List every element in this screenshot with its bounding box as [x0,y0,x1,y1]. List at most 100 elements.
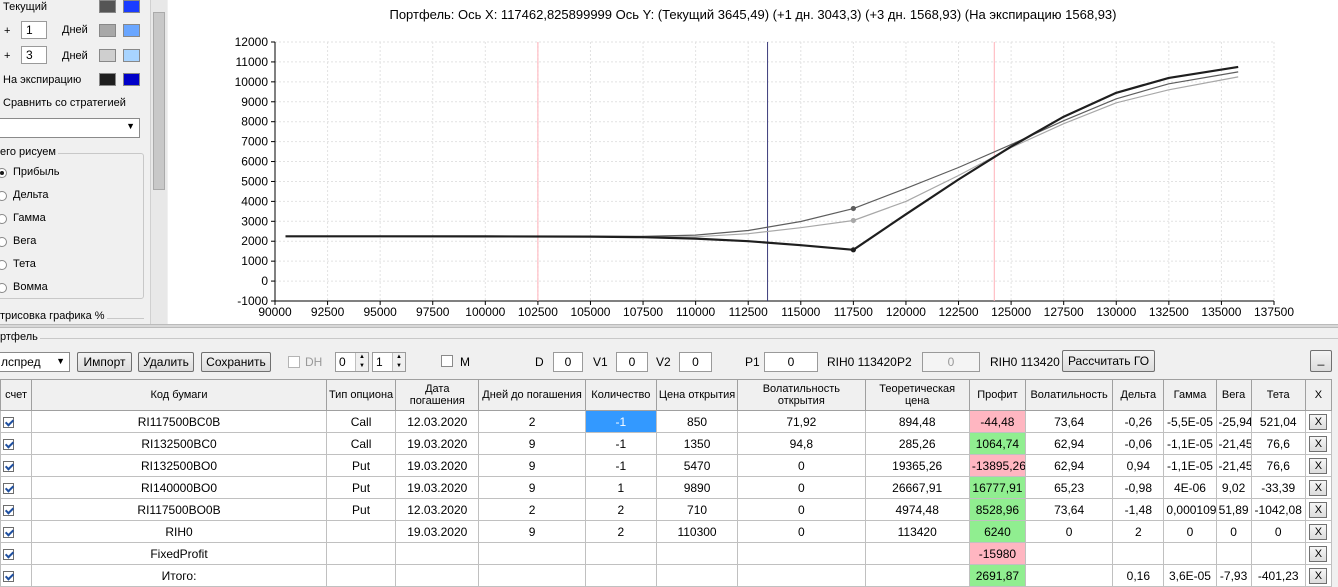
days3-color-swatch[interactable] [99,49,116,62]
theta-cell[interactable]: -1042,08 [1250,498,1306,521]
dh-checkbox[interactable] [288,356,300,368]
row-checkbox-cell[interactable] [0,542,33,565]
theo-price-cell[interactable]: 4974,48 [864,498,970,521]
col-theta-header[interactable]: Тета [1250,379,1306,411]
delta-cell[interactable] [1112,542,1165,565]
profit-cell[interactable]: 1064,74 [968,432,1027,455]
theo-price-cell[interactable]: 26667,91 [864,476,970,499]
col-expiry-date-header[interactable]: Дата погашения [395,379,480,411]
type-cell[interactable] [325,542,397,565]
radio-theta-label[interactable]: Тета [13,258,36,270]
radio-gamma-label[interactable]: Гамма [13,212,46,224]
quantity-cell[interactable]: -1 [584,432,657,455]
panel-splitter[interactable] [0,324,1338,328]
theta-cell[interactable] [1250,542,1306,565]
quantity-cell[interactable]: 2 [584,520,657,543]
row-checkbox[interactable] [3,570,14,582]
vega-cell[interactable]: 0 [1215,520,1252,543]
type-cell[interactable]: Put [325,498,397,521]
row-checkbox[interactable] [3,504,14,516]
delete-button[interactable]: Удалить [138,352,194,372]
date-cell[interactable]: 19.03.2020 [395,432,480,455]
settings-scrollbar[interactable] [150,0,167,324]
gamma-cell[interactable]: -1,1E-05 [1163,432,1217,455]
row-checkbox-cell[interactable] [0,432,33,455]
vol-cell[interactable] [1024,564,1114,587]
profit-cell[interactable]: -44,48 [968,410,1027,433]
theo-price-cell[interactable]: 285,26 [864,432,970,455]
remove-row-button[interactable]: X [1309,413,1328,430]
row-checkbox-cell[interactable] [0,520,33,543]
theo-price-cell[interactable]: 894,48 [864,410,970,433]
open-vol-cell[interactable]: 94,8 [737,432,866,455]
col-theoretical-price-header[interactable]: Теоретическая цена [864,379,970,411]
row-checkbox[interactable] [3,548,14,560]
vol-cell[interactable]: 65,23 [1024,476,1114,499]
current-color-swatch-2[interactable] [123,0,140,13]
spin-input-1[interactable]: 0 ▲ ▼ [335,352,369,372]
row-checkbox[interactable] [3,438,14,450]
quantity-cell[interactable] [584,542,657,565]
col-option-type-header[interactable]: Тип опциона [325,379,397,411]
vol-cell[interactable]: 62,94 [1024,432,1114,455]
profit-cell[interactable]: 2691,87 [968,564,1027,587]
remove-row-button[interactable]: X [1309,567,1328,584]
gamma-cell[interactable]: 4E-06 [1163,476,1217,499]
vega-cell[interactable]: 9,02 [1215,476,1252,499]
vol-cell[interactable]: 0 [1024,520,1114,543]
code-cell[interactable]: RI117500BO0B [31,498,327,521]
remove-row-button[interactable]: X [1309,523,1328,540]
row-checkbox[interactable] [3,460,14,472]
row-checkbox-cell[interactable] [0,564,33,587]
radio-vega-label[interactable]: Вега [13,235,36,247]
col-remove-header[interactable]: X [1304,379,1333,411]
vol-cell[interactable]: 73,64 [1024,410,1114,433]
delta-cell[interactable]: -1,48 [1112,498,1165,521]
price-cell[interactable]: 9890 [655,476,739,499]
quantity-cell[interactable]: -1 [584,454,657,477]
price-cell[interactable]: 850 [655,410,739,433]
days-input-3[interactable]: 3 [21,46,47,64]
days-cell[interactable] [478,542,586,565]
open-vol-cell[interactable]: 0 [737,476,866,499]
spin-arrows-icon[interactable]: ▲ ▼ [355,353,368,371]
row-checkbox-cell[interactable] [0,454,33,477]
price-cell[interactable]: 710 [655,498,739,521]
days-cell[interactable]: 2 [478,410,586,433]
days-cell[interactable]: 9 [478,454,586,477]
days-cell[interactable] [478,564,586,587]
expiration-color-swatch-2[interactable] [123,73,140,86]
type-cell[interactable] [325,520,397,543]
col-account-header[interactable]: счет [0,379,33,411]
radio-delta-label[interactable]: Дельта [13,189,49,201]
profit-cell[interactable]: -13895,26 [968,454,1027,477]
row-checkbox[interactable] [3,416,14,428]
theo-price-cell[interactable] [864,564,970,587]
col-days-to-expiry-header[interactable]: Дней до погашения [478,379,586,411]
table-row[interactable]: RIH0 19.03.2020 9 2 110300 0 113420 6240 0 2 0 0 0 X [0,520,1333,543]
code-cell[interactable]: Итого: [31,564,327,587]
open-vol-cell[interactable]: 71,92 [737,410,866,433]
quantity-cell[interactable] [584,564,657,587]
row-checkbox-cell[interactable] [0,410,33,433]
remove-row-button[interactable]: X [1309,545,1328,562]
code-cell[interactable]: RI117500BC0B [31,410,327,433]
vega-cell[interactable]: -21,45 [1215,432,1252,455]
days-cell[interactable]: 2 [478,498,586,521]
delta-cell[interactable]: -0,26 [1112,410,1165,433]
v2-input[interactable]: 0 [679,352,712,372]
vega-cell[interactable]: -7,93 [1215,564,1252,587]
date-cell[interactable]: 19.03.2020 [395,520,480,543]
gamma-cell[interactable]: 0,000109 [1163,498,1217,521]
theo-price-cell[interactable]: 113420 [864,520,970,543]
profit-cell[interactable]: 6240 [968,520,1027,543]
code-cell[interactable]: RIH0 [31,520,327,543]
m-checkbox[interactable] [441,355,453,367]
gamma-cell[interactable]: -5,5E-05 [1163,410,1217,433]
col-delta-header[interactable]: Дельта [1112,379,1165,411]
minimize-button[interactable]: _ [1310,350,1332,372]
profit-cell[interactable]: 8528,96 [968,498,1027,521]
days-input-1[interactable]: 1 [21,21,47,39]
table-row[interactable]: RI117500BO0B Put 12.03.2020 2 2 710 0 4974,48 85… [0,498,1333,521]
remove-row-button[interactable]: X [1309,501,1328,518]
